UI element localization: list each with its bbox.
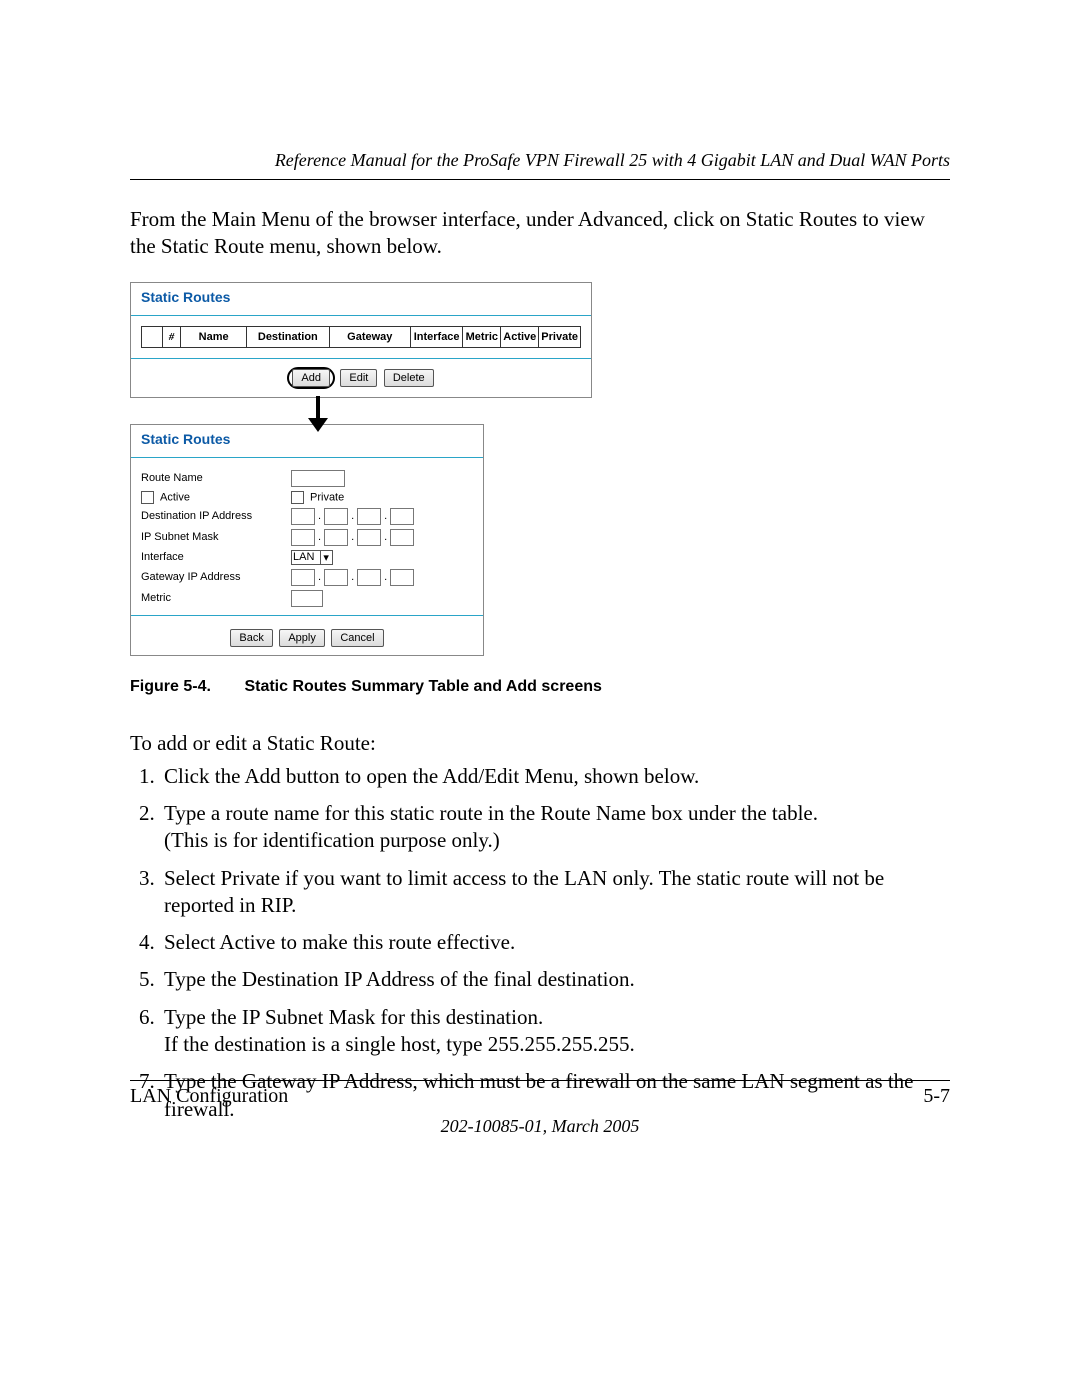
divider: [131, 615, 483, 616]
col-num: #: [163, 327, 182, 347]
divider: [131, 457, 483, 458]
add-button-callout: Add: [287, 367, 335, 389]
footer-section: LAN Configuration: [130, 1085, 288, 1108]
step-item: Select Active to make this route effecti…: [160, 929, 950, 956]
col-checkbox: [142, 327, 163, 347]
label-metric: Metric: [141, 592, 291, 604]
active-text: Active: [160, 491, 190, 503]
row-metric: Metric: [131, 588, 483, 609]
interface-select[interactable]: LAN ▾: [291, 550, 333, 565]
row-active-private: Active Private: [131, 489, 483, 506]
arrow-line-icon: [316, 396, 320, 420]
label-dest-ip: Destination IP Address: [141, 510, 291, 522]
figure-number: Figure 5-4.: [130, 678, 240, 696]
subnet-octet-3[interactable]: [357, 529, 381, 546]
figure-screenshot: Static Routes # Name Destination Gateway…: [130, 282, 950, 656]
page: Reference Manual for the ProSafe VPN Fir…: [0, 0, 1080, 1397]
col-private: Private: [539, 327, 580, 347]
figure-title: Static Routes Summary Table and Add scre…: [244, 678, 601, 695]
back-button[interactable]: Back: [230, 629, 272, 647]
label-route-name: Route Name: [141, 472, 291, 484]
gw-ip-octet-2[interactable]: [324, 569, 348, 586]
subnet-octet-1[interactable]: [291, 529, 315, 546]
label-gateway-ip: Gateway IP Address: [141, 571, 291, 583]
static-routes-summary-panel: Static Routes # Name Destination Gateway…: [130, 282, 592, 398]
edit-button[interactable]: Edit: [340, 369, 377, 387]
step-item: Click the Add button to open the Add/Edi…: [160, 763, 950, 790]
dest-ip-octet-2[interactable]: [324, 508, 348, 525]
cancel-button[interactable]: Cancel: [331, 629, 383, 647]
dest-ip-octet-4[interactable]: [390, 508, 414, 525]
summary-button-row: Add Edit Delete: [131, 359, 591, 397]
col-metric: Metric: [463, 327, 501, 347]
interface-value: LAN: [293, 551, 314, 563]
intro-paragraph: From the Main Menu of the browser interf…: [130, 206, 950, 260]
label-active: Active: [141, 491, 291, 504]
row-interface: Interface LAN ▾: [131, 548, 483, 567]
arrow-annotation: [130, 398, 950, 428]
page-footer: LAN Configuration 5-7 202-10085-01, Marc…: [130, 1080, 950, 1137]
step-item: Type a route name for this static route …: [160, 800, 950, 855]
page-header: Reference Manual for the ProSafe VPN Fir…: [130, 150, 950, 180]
col-active: Active: [501, 327, 539, 347]
route-name-input[interactable]: [291, 470, 345, 487]
row-subnet: IP Subnet Mask . . .: [131, 527, 483, 548]
label-interface: Interface: [141, 551, 291, 563]
delete-button[interactable]: Delete: [384, 369, 434, 387]
footer-page-number: 5-7: [923, 1085, 950, 1108]
gw-ip-octet-1[interactable]: [291, 569, 315, 586]
figure-caption: Figure 5-4. Static Routes Summary Table …: [130, 678, 950, 696]
step-item: Type the IP Subnet Mask for this destina…: [160, 1004, 950, 1059]
row-gateway-ip: Gateway IP Address . . .: [131, 567, 483, 588]
active-checkbox[interactable]: [141, 491, 154, 504]
edit-button-row: Back Apply Cancel: [131, 622, 483, 655]
panel-title: Static Routes: [131, 425, 483, 453]
routes-table-header: # Name Destination Gateway Interface Met…: [141, 326, 581, 348]
subnet-octet-4[interactable]: [390, 529, 414, 546]
dest-ip-octet-1[interactable]: [291, 508, 315, 525]
static-routes-edit-panel: Static Routes Route Name Active Private …: [130, 424, 484, 656]
private-text: Private: [310, 491, 344, 503]
metric-input[interactable]: [291, 590, 323, 607]
dest-ip-octet-3[interactable]: [357, 508, 381, 525]
col-gateway: Gateway: [330, 327, 411, 347]
subnet-octet-2[interactable]: [324, 529, 348, 546]
col-name: Name: [181, 327, 247, 347]
chevron-down-icon: ▾: [320, 551, 331, 564]
arrow-down-icon: [308, 418, 328, 432]
gw-ip-octet-3[interactable]: [357, 569, 381, 586]
col-dest: Destination: [247, 327, 330, 347]
label-subnet: IP Subnet Mask: [141, 531, 291, 543]
step-item: Type the Destination IP Address of the f…: [160, 966, 950, 993]
footer-docid: 202-10085-01, March 2005: [130, 1116, 950, 1137]
row-route-name: Route Name: [131, 468, 483, 489]
row-dest-ip: Destination IP Address . . .: [131, 506, 483, 527]
divider: [131, 315, 591, 316]
panel-title: Static Routes: [131, 283, 591, 311]
lead-sentence: To add or edit a Static Route:: [130, 730, 950, 757]
apply-button[interactable]: Apply: [279, 629, 325, 647]
label-private: Private: [291, 491, 344, 504]
private-checkbox[interactable]: [291, 491, 304, 504]
add-button[interactable]: Add: [292, 369, 330, 387]
steps-list: Click the Add button to open the Add/Edi…: [130, 763, 950, 1123]
gw-ip-octet-4[interactable]: [390, 569, 414, 586]
step-item: Select Private if you want to limit acce…: [160, 865, 950, 920]
col-interface: Interface: [411, 327, 464, 347]
